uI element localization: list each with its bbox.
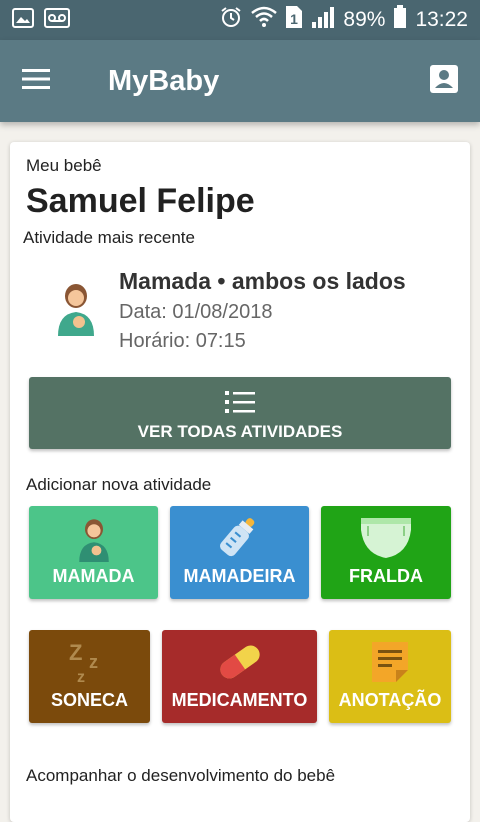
tile-mamada[interactable]: MAMADA bbox=[29, 506, 158, 599]
sleep-icon: Z z z bbox=[67, 638, 113, 689]
tile-label: MAMADA bbox=[52, 566, 135, 586]
recent-activity-label: Atividade mais recente bbox=[23, 228, 195, 247]
wifi-icon bbox=[251, 6, 278, 34]
menu-icon bbox=[22, 68, 50, 95]
signal-icon bbox=[311, 6, 335, 34]
recent-activity-time: Horário: 07:15 bbox=[119, 330, 246, 352]
recent-activity-title: Mamada • ambos os lados bbox=[119, 268, 406, 294]
breastfeeding-icon bbox=[71, 514, 117, 569]
tile-label: SONECA bbox=[50, 690, 128, 710]
tile-label: MEDICAMENTO bbox=[171, 690, 308, 710]
tile-mamadeira[interactable]: MAMADEIRA bbox=[170, 506, 309, 599]
svg-text:z: z bbox=[77, 669, 85, 684]
tile-label: ANOTAÇÃO bbox=[338, 690, 442, 710]
menu-button[interactable] bbox=[0, 40, 72, 122]
battery-percent: 89% bbox=[343, 8, 386, 31]
svg-text:z: z bbox=[89, 652, 98, 672]
tile-label: MAMADEIRA bbox=[183, 566, 296, 586]
status-bar: 1 89% 13:22 bbox=[0, 0, 480, 40]
alarm-icon bbox=[219, 5, 243, 35]
baby-card: Meu bebê Samuel Felipe Atividade mais re… bbox=[10, 142, 470, 822]
svg-text:Z: Z bbox=[69, 640, 82, 665]
tile-medicamento[interactable]: MEDICAMENTO bbox=[162, 630, 317, 723]
app-title: MyBaby bbox=[108, 64, 220, 97]
app-bar: MyBaby bbox=[0, 40, 480, 122]
breastfeeding-icon bbox=[48, 280, 104, 336]
recent-activity-date: Data: 01/08/2018 bbox=[119, 301, 273, 323]
bottle-icon bbox=[215, 514, 265, 569]
status-time: 13:22 bbox=[415, 8, 468, 31]
sim-icon: 1 bbox=[285, 5, 303, 35]
view-all-activities-button[interactable]: VER TODAS ATIVIDADES bbox=[29, 377, 451, 449]
diaper-icon bbox=[358, 514, 414, 567]
battery-icon bbox=[393, 5, 407, 35]
add-activity-label: Adicionar nova atividade bbox=[26, 475, 212, 494]
sim-badge: 1 bbox=[291, 11, 299, 27]
status-bar-left bbox=[12, 7, 70, 33]
image-icon bbox=[12, 7, 34, 33]
baby-name: Samuel Felipe bbox=[26, 182, 255, 220]
list-icon bbox=[225, 390, 255, 419]
tile-anotacao[interactable]: ANOTAÇÃO bbox=[329, 630, 451, 723]
tile-fralda[interactable]: FRALDA bbox=[321, 506, 451, 599]
voicemail-icon bbox=[44, 7, 70, 33]
note-icon bbox=[368, 638, 412, 689]
status-bar-right: 1 89% 13:22 bbox=[219, 5, 468, 35]
tile-soneca[interactable]: Z z z SONECA bbox=[29, 630, 150, 723]
section-label: Meu bebê bbox=[26, 156, 102, 175]
view-all-label: VER TODAS ATIVIDADES bbox=[137, 422, 343, 441]
tile-label: FRALDA bbox=[349, 566, 423, 586]
profile-button[interactable] bbox=[408, 40, 480, 122]
development-label: Acompanhar o desenvolvimento do bebê bbox=[26, 766, 336, 785]
pill-icon bbox=[214, 638, 266, 691]
profile-icon bbox=[430, 64, 458, 98]
